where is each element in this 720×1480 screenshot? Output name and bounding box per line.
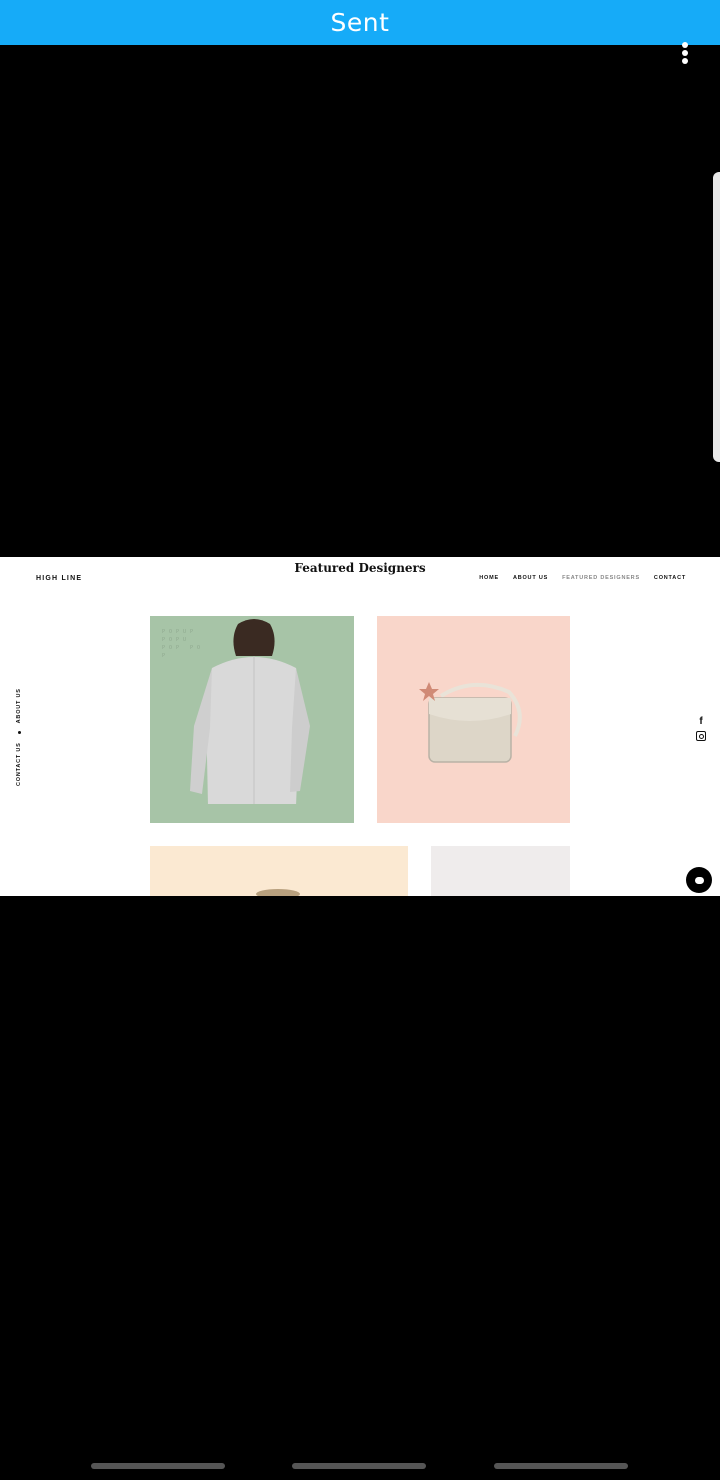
designer-tile-cream[interactable] (150, 846, 408, 896)
handbag-image (419, 682, 522, 763)
coat-model-image (190, 619, 310, 823)
app-header: Sent (0, 0, 720, 45)
nav-about-us[interactable]: ABOUT US (513, 575, 548, 581)
vertical-nav-about-us[interactable]: ABOUT US (16, 688, 22, 723)
nav-pill-right[interactable] (494, 1463, 628, 1469)
site-nav: HOME ABOUT US FEATURED DESIGNERS CONTACT (479, 575, 686, 581)
nav-featured-designers[interactable]: FEATURED DESIGNERS (562, 575, 640, 581)
cream-product-image (256, 889, 300, 896)
site-logo[interactable]: HIGH LINE (34, 570, 84, 589)
designer-tile-grey[interactable] (431, 846, 570, 896)
designer-tile-bag[interactable] (377, 616, 570, 823)
chat-icon[interactable] (686, 867, 712, 893)
website-screenshot[interactable]: HIGH LINE Featured Designers HOME ABOUT … (0, 557, 720, 896)
vertical-nav: CONTACT US ABOUT US (16, 688, 22, 786)
page-title: Featured Designers (294, 561, 426, 575)
nav-contact[interactable]: CONTACT (654, 575, 686, 581)
more-options-icon[interactable] (680, 42, 690, 64)
social-links: f (696, 717, 706, 741)
nav-pill-left[interactable] (91, 1463, 225, 1469)
designer-tile-coat[interactable]: POPUP POPU POP PO P (150, 616, 354, 823)
vertical-nav-contact-us[interactable]: CONTACT US (16, 742, 22, 786)
instagram-icon[interactable] (696, 731, 706, 741)
edge-panel-handle[interactable] (713, 172, 720, 462)
nav-pill-center[interactable] (292, 1463, 426, 1469)
facebook-icon[interactable]: f (699, 717, 702, 727)
nav-separator-dot (17, 731, 21, 735)
nav-home[interactable]: HOME (479, 575, 499, 581)
header-title: Sent (330, 8, 390, 37)
